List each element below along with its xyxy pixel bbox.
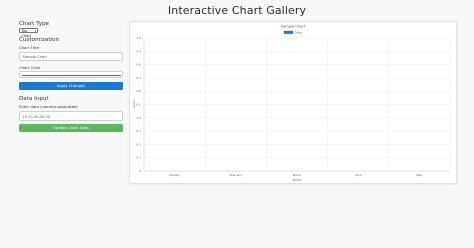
x-tick-label: April [355, 173, 362, 177]
y-tick-label: 0 [139, 169, 141, 173]
chart-title-value: Sample Chart [22, 55, 48, 59]
x-axis-label: Month [293, 178, 302, 182]
y-tick-label: 1.0 [137, 36, 142, 40]
customization-heading: Customization [19, 37, 60, 43]
color-swatch [21, 75, 121, 76]
page-title: Interactive Chart Gallery [167, 4, 307, 17]
x-tick-label: May [417, 173, 423, 177]
bar-chart: Sample ChartData 1.0 0.9 0.8 0.7 0.6 0.5 0.4 0.3… [132, 25, 451, 182]
chart-color-label: Chart Color [19, 65, 41, 70]
chart-type-heading: Chart Type [19, 21, 49, 27]
y-tick-label: 0.3 [137, 129, 142, 133]
y-tick-label: 0.6 [137, 89, 142, 93]
y-axis-label: Value [132, 100, 136, 108]
apply-changes-button[interactable]: Apply Changes [19, 82, 123, 90]
y-tick-label: 0.7 [137, 76, 142, 80]
data-input-field[interactable]: 10,20,30,40,50 [19, 111, 123, 121]
chart-title-input[interactable]: Sample Chart [19, 52, 123, 61]
chart-card: Sample Chart Data 1.0 0.9 0.8 0.7 0.6 0.5 0.4 0.3… [129, 21, 457, 184]
data-input-value: 10,20,30,40,50 [22, 115, 50, 119]
legend-swatch [283, 30, 294, 34]
x-tick-label: March [293, 173, 302, 177]
chart-title-label: Chart Title [19, 45, 39, 50]
chevron-down-icon: ▾ [34, 29, 36, 33]
data-input-label: Enter data (comma-separated) [19, 104, 78, 109]
update-chart-data-button[interactable]: Update Chart Data [19, 124, 123, 132]
x-tick-label: January [168, 173, 180, 177]
chart-type-select[interactable]: Bar Chart ▾ [19, 28, 38, 38]
legend-label: Data [295, 30, 302, 34]
y-tick-label: 0.9 [137, 49, 142, 53]
x-tick-label: February [230, 173, 243, 177]
y-tick-label: 0.5 [137, 103, 142, 107]
data-input-heading: Data Input [19, 96, 49, 102]
chart-color-picker[interactable] [19, 71, 123, 78]
y-tick-label: 0.8 [137, 63, 142, 67]
y-tick-label: 0.2 [137, 142, 142, 146]
y-tick-label: 0.1 [137, 156, 142, 160]
y-tick-label: 0.4 [137, 116, 142, 120]
chart-title: Sample Chart [281, 25, 306, 29]
